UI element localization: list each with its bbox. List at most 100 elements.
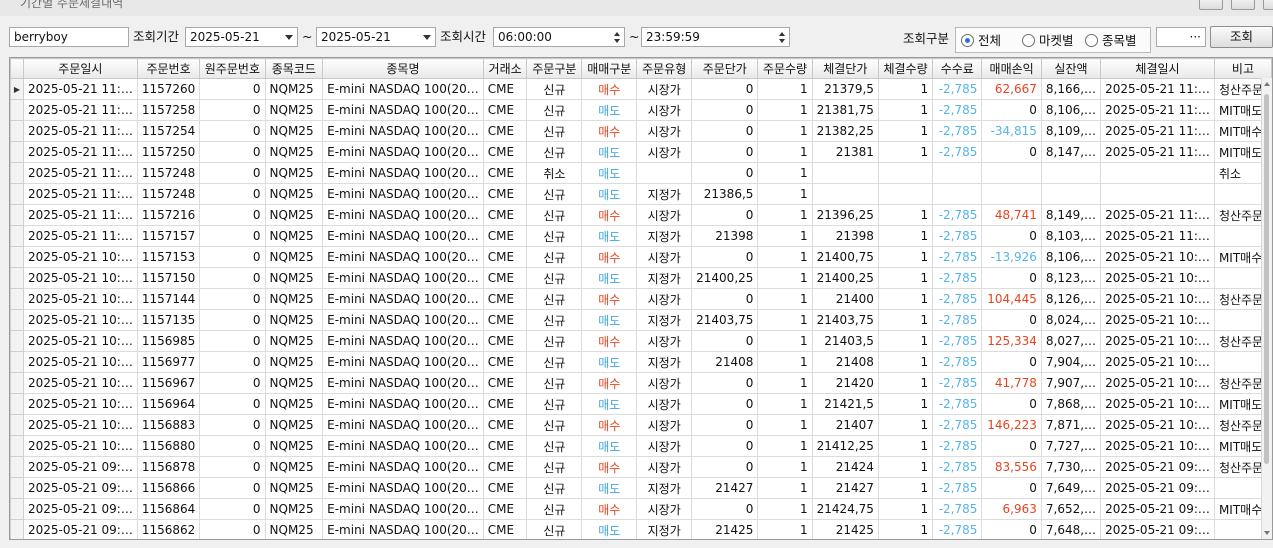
row-header[interactable] [10,519,24,539]
table-row[interactable]: 2025-05-21 10:… 1156967 0 NQM25 E-mini NASDA… [10,372,1272,394]
table-row[interactable]: 2025-05-21 11:… 1157216 0 NQM25 E-mini NASDA… [10,204,1272,226]
table-cell: E-mini NASDAQ 100(20… [322,414,484,436]
row-header[interactable] [10,204,24,226]
time-to-spinner[interactable]: 23:59:59 [641,27,790,47]
row-header[interactable] [10,162,24,184]
column-header[interactable]: 주문유형 [636,58,693,79]
account-field[interactable]: berryboy [9,27,129,47]
row-header[interactable] [10,309,24,331]
table-cell: 2025-05-21 10:… [1100,267,1215,289]
table-cell: 2025-05-21 09:… [22,456,138,478]
table-cell: 시장가 [636,435,693,457]
column-header[interactable]: 거래소 [482,58,528,79]
radio-market-label: 마켓별 [1039,33,1074,48]
row-header[interactable] [10,330,24,352]
table-cell: 신규 [526,204,583,226]
column-header[interactable]: 주문구분 [526,58,583,79]
table-row[interactable]: ▶ 2025-05-21 11:… 1157260 0 NQM25 E-mini NASD… [10,78,1272,100]
spin-up-icon[interactable] [779,32,785,36]
table-row[interactable]: 2025-05-21 10:… 1157150 0 NQM25 E-mini NASDA… [10,267,1272,289]
minimize-button[interactable] [1199,0,1223,10]
date-from-combo[interactable]: 2025-05-21 [185,27,298,47]
table-row[interactable]: 2025-05-21 11:… 1157248 0 NQM25 E-mini NASDA… [10,183,1272,205]
table-cell: 1156883 [136,414,201,436]
row-header[interactable] [10,288,24,310]
row-header[interactable] [10,99,24,121]
table-row[interactable]: 2025-05-21 11:… 1157248 0 NQM25 E-mini NASDA… [10,162,1272,184]
vertical-scrollbar[interactable] [1261,78,1272,539]
radio-market[interactable]: 마켓별 [1022,32,1074,50]
column-header[interactable]: 종목코드 [264,58,324,79]
table-row[interactable]: 2025-05-21 09:… 1156866 0 NQM25 E-mini NASDA… [10,477,1272,499]
column-header[interactable]: 매매손익 [981,58,1042,79]
column-header[interactable]: 체결수량 [877,58,934,79]
row-header[interactable] [10,246,24,268]
radio-all[interactable]: 전체 [961,32,1001,50]
scroll-down-icon[interactable] [1264,531,1270,535]
scroll-thumb[interactable] [1264,94,1269,464]
row-header[interactable]: ▶ [10,78,24,100]
table-row[interactable]: 2025-05-21 10:… 1156880 0 NQM25 E-mini NASDA… [10,435,1272,457]
column-header[interactable]: 원주문번호 [199,58,266,79]
table-row[interactable]: 2025-05-21 11:… 1157254 0 NQM25 E-mini NASDA… [10,120,1272,142]
close-button[interactable] [1263,0,1273,10]
table-cell: 지정가 [636,225,693,247]
column-header[interactable]: 매매구분 [581,58,638,79]
column-header[interactable]: 주문일시 [22,58,138,79]
table-cell: 매도 [581,435,638,457]
column-header[interactable]: 주문단가 [691,58,759,79]
time-from-spinner[interactable]: 06:00:00 [493,27,625,47]
row-header[interactable] [10,141,24,163]
column-header[interactable]: 실잔액 [1040,58,1102,79]
row-header[interactable] [10,267,24,289]
radio-symbol[interactable]: 종목별 [1085,32,1137,50]
row-header[interactable] [10,414,24,436]
table-row[interactable]: 2025-05-21 10:… 1157144 0 NQM25 E-mini NASDA… [10,288,1272,310]
chevron-down-icon[interactable] [423,35,431,40]
row-header[interactable] [10,372,24,394]
table-cell: 21382,25 [811,120,879,142]
table-row[interactable]: 2025-05-21 10:… 1156964 0 NQM25 E-mini NASDA… [10,393,1272,415]
row-header[interactable] [10,225,24,247]
table-row[interactable]: 2025-05-21 11:… 1157258 0 NQM25 E-mini NASDA… [10,99,1272,121]
column-header[interactable]: 체결일시 [1100,58,1215,79]
date-to-combo[interactable]: 2025-05-21 [316,27,436,47]
column-header[interactable]: 비고 [1213,58,1272,79]
table-row[interactable]: 2025-05-21 11:… 1157250 0 NQM25 E-mini NASDA… [10,141,1272,163]
row-header[interactable] [10,456,24,478]
spin-up-icon[interactable] [614,32,620,36]
row-header[interactable] [10,351,24,373]
row-header[interactable] [10,183,24,205]
table-cell: 7,730,… [1040,456,1102,478]
column-header[interactable]: 종목명 [322,58,484,79]
row-header[interactable] [10,498,24,520]
maximize-button[interactable] [1231,0,1255,10]
table-cell: 매도 [581,393,638,415]
table-cell: 48,741 [981,204,1042,226]
column-header[interactable]: 주문수량 [757,58,813,79]
table-cell: 1157150 [136,267,201,289]
query-button[interactable]: 조회 [1210,26,1273,48]
row-header[interactable] [10,435,24,457]
table-row[interactable]: 2025-05-21 10:… 1156977 0 NQM25 E-mini NASDA… [10,351,1272,373]
chevron-down-icon[interactable] [285,35,293,40]
column-header[interactable]: 체결단가 [811,58,879,79]
ellipsis-button[interactable]: ··· [1190,28,1201,46]
column-header[interactable]: 수수료 [932,58,983,79]
table-row[interactable]: 2025-05-21 10:… 1156883 0 NQM25 E-mini NASDA… [10,414,1272,436]
table-row[interactable]: 2025-05-21 09:… 1156878 0 NQM25 E-mini NASDA… [10,456,1272,478]
extra-input[interactable]: ··· [1156,27,1206,47]
table-row[interactable]: 2025-05-21 11:… 1157157 0 NQM25 E-mini NASDA… [10,225,1272,247]
table-row[interactable]: 2025-05-21 09:… 1156864 0 NQM25 E-mini NASDA… [10,498,1272,520]
row-header[interactable] [10,477,24,499]
table-row[interactable]: 2025-05-21 10:… 1156985 0 NQM25 E-mini NASDA… [10,330,1272,352]
spin-down-icon[interactable] [614,39,620,43]
table-row[interactable]: 2025-05-21 10:… 1157135 0 NQM25 E-mini NASDA… [10,309,1272,331]
row-header[interactable] [10,120,24,142]
column-header[interactable]: 주문번호 [136,58,201,79]
row-header[interactable] [10,393,24,415]
table-row[interactable]: 2025-05-21 10:… 1157153 0 NQM25 E-mini NASDA… [10,246,1272,268]
scroll-up-icon[interactable] [1264,82,1270,86]
table-row[interactable]: 2025-05-21 09:… 1156862 0 NQM25 E-mini NASDA… [10,519,1272,539]
spin-down-icon[interactable] [779,39,785,43]
